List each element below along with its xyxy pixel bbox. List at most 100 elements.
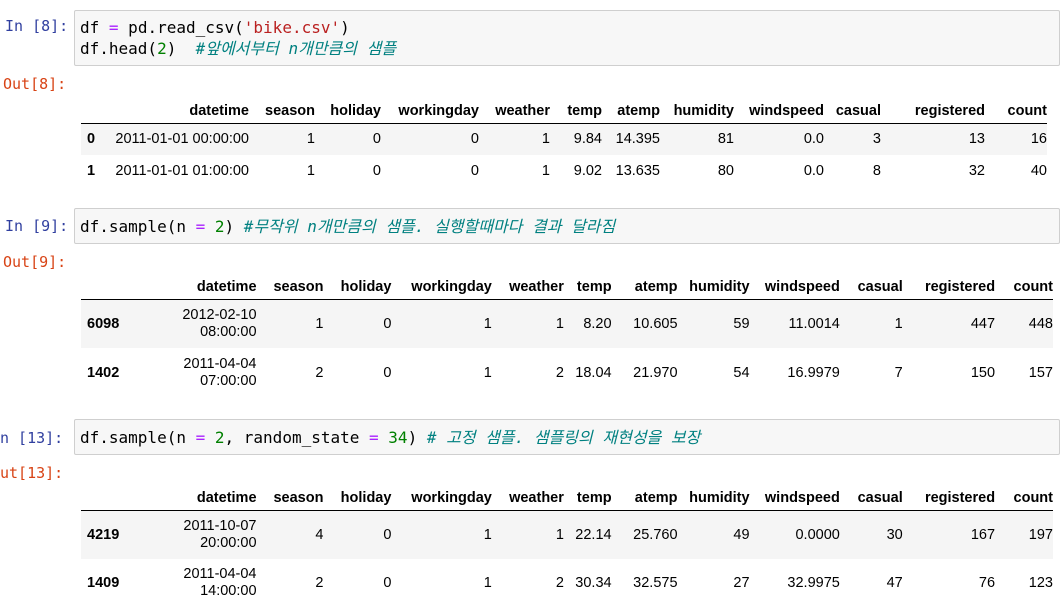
cell-time: 14:00:00 (200, 583, 257, 599)
input-prompt: In [8]: (5, 17, 69, 35)
column-header: casual (824, 94, 881, 124)
cell-weather: 1 (541, 163, 550, 179)
table-row: 0 2011-01-01 00:00:00 1 0 0 1 9.84 14.39… (81, 123, 1047, 155)
cell-weather: 1 (541, 131, 550, 148)
cell-workingday: 1 (483, 364, 492, 381)
input-prompt: In [9]: (5, 217, 69, 235)
column-header: weather (491, 482, 564, 511)
cell-date: 2011-10-07 (183, 517, 257, 534)
dataframe-table: datetime season holiday workingday weath… (81, 482, 1053, 607)
column-header: holiday (323, 482, 392, 511)
cell-holiday: 0 (372, 163, 381, 179)
cell-humidity: 81 (717, 131, 734, 148)
output-prompt: Out[9]: (3, 253, 67, 271)
cell-datetime: 2011-01-01 00:00:00 (115, 131, 249, 148)
dataframe-table: datetime season holiday workingday weath… (81, 271, 1053, 397)
cell-workingday: 0 (470, 163, 479, 179)
column-header: registered (902, 271, 996, 300)
cell-time: 08:00:00 (200, 323, 257, 340)
cell-casual: 30 (886, 526, 903, 543)
cell-windspeed: 0.0 (803, 131, 824, 148)
code-line: df = pd.read_csv('bike.csv') (80, 18, 350, 37)
cell-holiday: 0 (383, 315, 392, 332)
code-input-cell[interactable]: df = pd.read_csv('bike.csv') df.head(2) … (74, 10, 1060, 66)
column-header: weather (479, 94, 550, 124)
cell-windspeed: 16.9979 (787, 364, 840, 381)
cell-holiday: 0 (383, 364, 392, 381)
cell-windspeed: 11.0014 (788, 315, 840, 332)
cell-count: 123 (1028, 575, 1053, 591)
cell-atemp: 25.760 (633, 526, 678, 543)
cell-humidity: 80 (717, 163, 734, 179)
row-index: 1409 (87, 575, 120, 591)
column-header: humidity (660, 94, 734, 124)
output-prompt: Out[8]: (3, 75, 67, 93)
cell-datetime: 2011-10-07 20:00:00 (128, 510, 257, 559)
cell-atemp: 21.970 (633, 364, 678, 381)
column-header: count (995, 271, 1053, 300)
cell-temp: 30.34 (575, 575, 612, 591)
row-index: 6098 (87, 315, 120, 332)
cell-casual: 47 (886, 575, 903, 591)
cell-count: 448 (1028, 315, 1053, 332)
column-header: datetime (109, 94, 249, 124)
column-header: temp (563, 271, 612, 300)
cell-datetime: 2011-04-04 14:00:00 (128, 559, 257, 607)
cell-registered: 447 (970, 315, 996, 332)
cell-windspeed: 0.0 (803, 163, 824, 179)
cell-holiday: 0 (383, 526, 392, 543)
cell-weather: 1 (555, 526, 564, 543)
index-header (81, 271, 128, 300)
cell-workingday: 0 (470, 131, 479, 148)
column-header: workingday (391, 482, 492, 511)
column-header: holiday (323, 271, 392, 300)
code-input-cell[interactable]: df.sample(n = 2) #무작위 n개만큼의 샘플. 실행할때마다 결… (74, 208, 1060, 244)
column-header: season (256, 271, 324, 300)
index-header (81, 482, 128, 511)
cell-temp: 9.02 (573, 163, 602, 179)
column-header: temp (563, 482, 612, 511)
cell-atemp: 13.635 (615, 163, 660, 179)
code-input-cell[interactable]: df.sample(n = 2, random_state = 34) # 고정… (74, 419, 1060, 455)
cell-casual: 3 (872, 131, 881, 148)
cell-workingday: 1 (483, 315, 492, 332)
row-index: 4219 (87, 526, 120, 543)
output-prompt: ut[13]: (0, 464, 64, 482)
table-row: 6098 2012-02-10 08:00:00 1 0 1 1 8.20 10.… (81, 299, 1053, 348)
cell-date: 2012-02-10 (182, 306, 257, 323)
table-row: 4219 2011-10-07 20:00:00 4 0 1 1 22.14 25… (81, 510, 1053, 559)
column-header: count (995, 482, 1053, 511)
cell-registered: 13 (968, 131, 985, 148)
cell-date: 2011-04-04 (183, 566, 257, 582)
column-header: humidity (677, 482, 750, 511)
cell-humidity: 49 (733, 526, 750, 543)
cell-weather: 1 (555, 315, 564, 332)
cell-atemp: 32.575 (633, 575, 678, 591)
cell-temp: 22.14 (575, 526, 612, 543)
cell-registered: 76 (978, 575, 996, 591)
cell-temp: 9.84 (573, 131, 602, 148)
column-header: atemp (611, 271, 678, 300)
dataframe-table: datetime season holiday workingday weath… (81, 94, 1047, 187)
column-header: datetime (127, 482, 257, 511)
column-header: registered (881, 94, 985, 124)
cell-datetime: 2011-04-04 07:00:00 (128, 348, 257, 397)
column-header: casual (839, 271, 903, 300)
column-header: registered (902, 482, 996, 511)
input-prompt: n [13]: (0, 429, 64, 447)
cell-casual: 1 (894, 315, 903, 332)
cell-atemp: 14.395 (615, 131, 660, 148)
cell-count: 197 (1028, 526, 1053, 543)
column-header: season (249, 94, 315, 124)
cell-datetime: 2012-02-10 08:00:00 (128, 299, 257, 348)
cell-registered: 32 (968, 163, 985, 179)
column-header: weather (491, 271, 564, 300)
column-header: datetime (127, 271, 257, 300)
column-header: atemp (602, 94, 660, 124)
cell-workingday: 1 (483, 526, 492, 543)
cell-date: 2011-04-04 (183, 355, 257, 372)
column-header: season (256, 482, 324, 511)
column-header: workingday (381, 94, 479, 124)
cell-atemp: 10.605 (633, 315, 678, 332)
column-header: casual (839, 482, 903, 511)
